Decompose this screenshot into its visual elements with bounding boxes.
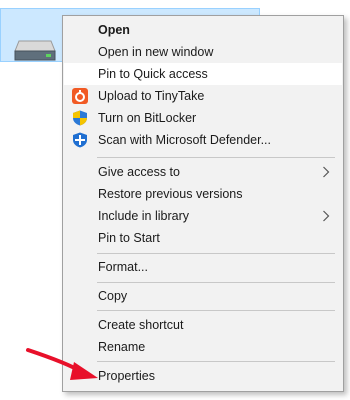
menu-item-label: Turn on BitLocker xyxy=(98,111,197,125)
menu-separator xyxy=(97,282,335,283)
menu-item-label: Upload to TinyTake xyxy=(98,89,205,103)
menu-item-pin-to-start[interactable]: Pin to Start xyxy=(64,227,342,249)
menu-item-label: Format... xyxy=(98,260,149,274)
menu-item-label: Restore previous versions xyxy=(98,187,243,201)
menu-item-properties[interactable]: Properties xyxy=(64,365,342,387)
menu-item-label: Create shortcut xyxy=(98,318,184,332)
menu-item-copy[interactable]: Copy xyxy=(64,285,342,307)
menu-item-restore-previous-versions[interactable]: Restore previous versions xyxy=(64,183,342,205)
menu-item-turn-on-bitlocker[interactable]: Turn on BitLocker xyxy=(64,107,342,129)
bitlocker-shield-icon xyxy=(73,110,87,126)
menu-item-format[interactable]: Format... xyxy=(64,256,342,278)
context-menu: Open Open in new window Pin to Quick acc… xyxy=(62,15,344,392)
menu-item-give-access-to[interactable]: Give access to xyxy=(64,161,342,183)
menu-item-label: Properties xyxy=(98,369,155,383)
menu-item-label: Pin to Quick access xyxy=(98,67,208,81)
menu-item-label: Scan with Microsoft Defender... xyxy=(98,133,271,147)
menu-item-scan-with-defender[interactable]: Scan with Microsoft Defender... xyxy=(64,129,342,151)
menu-separator xyxy=(97,157,335,158)
chevron-right-icon xyxy=(323,166,330,178)
menu-item-upload-to-tinytake[interactable]: Upload to TinyTake xyxy=(64,85,342,107)
menu-item-open-in-new-window[interactable]: Open in new window xyxy=(64,41,342,63)
menu-separator xyxy=(97,253,335,254)
red-arrow-annotation xyxy=(26,348,98,380)
menu-item-label: Give access to xyxy=(98,165,180,179)
menu-item-label: Rename xyxy=(98,340,146,354)
menu-item-rename[interactable]: Rename xyxy=(64,336,342,358)
chevron-right-icon xyxy=(323,210,330,222)
tinytake-icon xyxy=(72,88,88,104)
menu-item-open[interactable]: Open xyxy=(64,19,342,41)
menu-item-label: Pin to Start xyxy=(98,231,160,245)
menu-item-pin-to-quick-access[interactable]: Pin to Quick access xyxy=(64,63,342,85)
menu-item-label: Open in new window xyxy=(98,45,214,59)
defender-icon xyxy=(73,132,87,148)
menu-separator xyxy=(97,361,335,362)
menu-item-label: Copy xyxy=(98,289,128,303)
menu-item-label: Include in library xyxy=(98,209,190,223)
menu-item-create-shortcut[interactable]: Create shortcut xyxy=(64,314,342,336)
menu-item-include-in-library[interactable]: Include in library xyxy=(64,205,342,227)
menu-item-label: Open xyxy=(98,23,130,37)
hard-drive-icon xyxy=(14,40,56,61)
menu-separator xyxy=(97,310,335,311)
